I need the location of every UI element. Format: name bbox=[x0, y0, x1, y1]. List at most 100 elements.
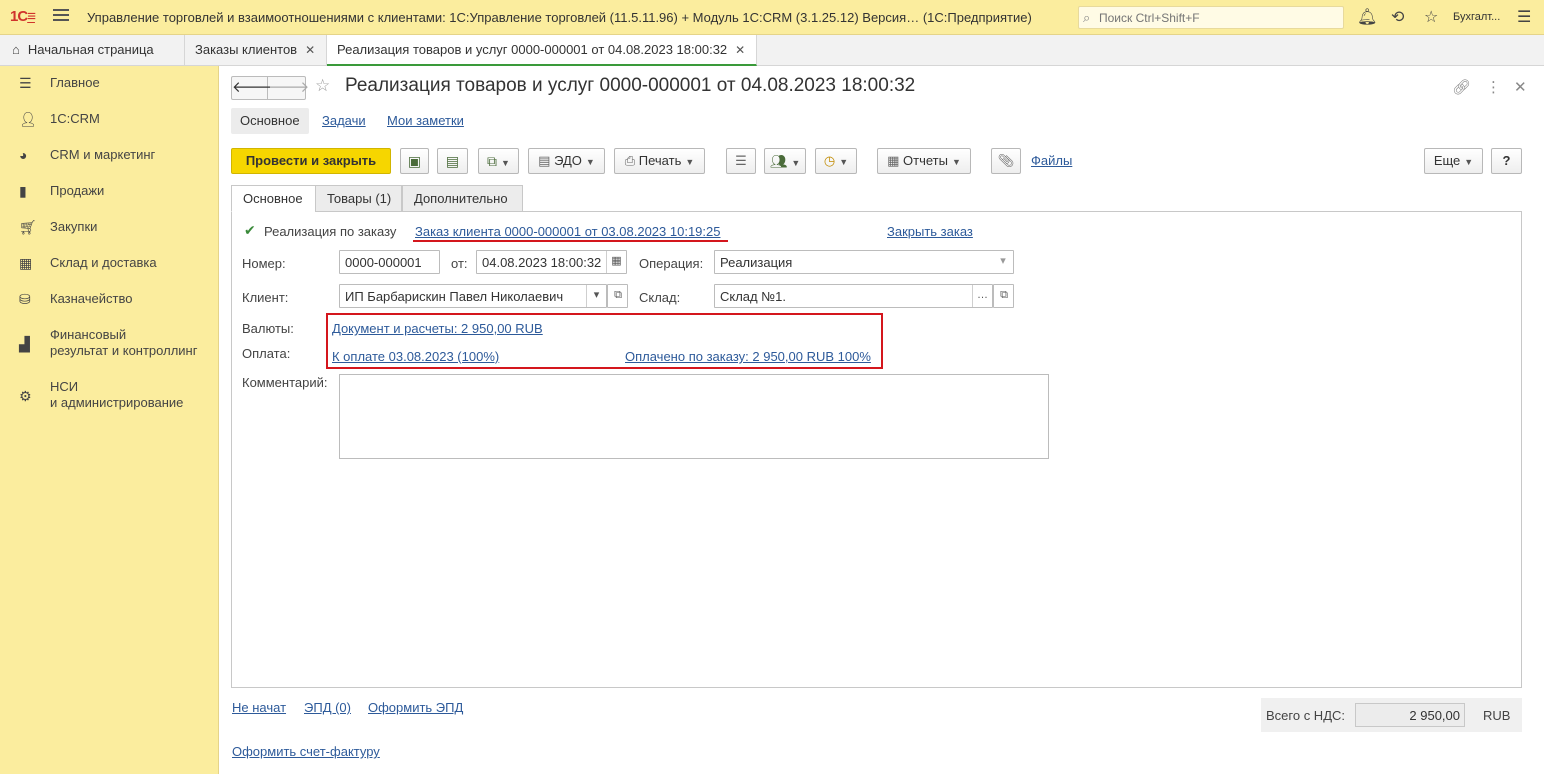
close-order-link[interactable]: Закрыть заказ bbox=[887, 224, 973, 239]
sidebar-item-purchases[interactable]: 🛒︎ Закупки bbox=[0, 219, 219, 237]
printer-icon: ⎙ bbox=[624, 153, 639, 168]
comment-label: Комментарий: bbox=[242, 375, 328, 390]
tasks-button[interactable]: ◷ ▼ bbox=[815, 148, 857, 174]
more-vertical-icon[interactable]: ⋮ bbox=[1486, 78, 1501, 96]
open-client-button[interactable]: ⧉ bbox=[607, 284, 628, 308]
chevron-down-icon[interactable]: ▾ bbox=[586, 285, 606, 307]
subtab-my-notes[interactable]: Мои заметки bbox=[378, 108, 473, 134]
chevron-down-icon: ▼ bbox=[791, 158, 801, 168]
search-icon: ⌕ bbox=[1083, 10, 1091, 25]
favorites-star-icon[interactable]: ☆ bbox=[1424, 7, 1438, 27]
sidebar-item-main[interactable]: ☰ Главное bbox=[0, 75, 219, 93]
more-button[interactable]: Еще ▼ bbox=[1424, 148, 1483, 174]
operation-select[interactable]: Реализация ▾ bbox=[714, 250, 1014, 274]
files-link[interactable]: Файлы bbox=[1031, 153, 1072, 168]
forward-arrow-icon[interactable]: 🡒 bbox=[269, 77, 309, 99]
settings-menu-icon[interactable]: ☰ bbox=[1517, 7, 1531, 27]
close-tab-icon[interactable]: ✕ bbox=[735, 43, 745, 57]
post-and-close-button[interactable]: Провести и закрыть bbox=[231, 148, 391, 174]
current-user[interactable]: Бухгалт... bbox=[1453, 11, 1500, 23]
operation-label: Операция: bbox=[639, 256, 704, 271]
chevron-down-icon: ▼ bbox=[951, 157, 961, 167]
main-menu-icon[interactable] bbox=[53, 9, 69, 23]
back-arrow-icon[interactable]: 🡐 bbox=[232, 77, 272, 99]
chevron-down-icon: ▼ bbox=[1464, 157, 1474, 167]
attach-button[interactable]: 📎︎ bbox=[991, 148, 1021, 174]
date-field[interactable]: 04.08.2023 18:00:32 ▦ bbox=[476, 250, 627, 274]
post-button[interactable]: ▤ bbox=[437, 148, 468, 174]
client-field[interactable]: ИП Барбарискин Павел Николаевич ▾ bbox=[339, 284, 607, 308]
chevron-down-icon[interactable]: ▾ bbox=[993, 251, 1013, 273]
highlight-underline bbox=[413, 240, 728, 242]
select-ellipsis-icon[interactable]: … bbox=[972, 285, 992, 307]
coins-icon: ⛁ bbox=[19, 291, 31, 307]
subtab-main[interactable]: Основное bbox=[231, 108, 309, 134]
calendar-icon[interactable]: ▦ bbox=[606, 251, 626, 273]
floppy-disk-icon: ▣ bbox=[407, 153, 422, 169]
open-warehouse-button[interactable]: ⧉ bbox=[993, 284, 1014, 308]
reports-button[interactable]: ▦ Отчеты ▼ bbox=[877, 148, 971, 174]
create-based-icon: ⧉ bbox=[487, 153, 498, 169]
search-input[interactable] bbox=[1099, 9, 1339, 26]
total-panel: Всего с НДС: 2 950,00 RUB bbox=[1261, 698, 1522, 732]
not-started-link[interactable]: Не начат bbox=[232, 700, 286, 715]
menu-lines-icon: ☰ bbox=[19, 75, 32, 91]
sidebar-item-treasury[interactable]: ⛁ Казначейство bbox=[0, 291, 219, 309]
number-field[interactable]: 0000-000001 bbox=[339, 250, 440, 274]
link-icon[interactable]: 🔗︎ bbox=[1452, 78, 1471, 96]
total-label: Всего с НДС: bbox=[1266, 708, 1346, 723]
edo-icon: ▤ bbox=[538, 153, 555, 168]
customer-order-link[interactable]: Заказ клиента 0000-000001 от 03.08.2023 … bbox=[415, 224, 720, 239]
sidebar-item-admin[interactable]: ⚙ НСИ и администрирование bbox=[0, 379, 219, 413]
chevron-down-icon: ▼ bbox=[585, 157, 595, 167]
save-button[interactable]: ▣ bbox=[400, 148, 429, 174]
paperclip-icon: 📎︎ bbox=[997, 153, 1015, 168]
subtab-tasks[interactable]: Задачи bbox=[313, 108, 375, 134]
total-currency: RUB bbox=[1483, 708, 1511, 723]
sidebar-item-finance[interactable]: ▟ Финансовый результат и контроллинг bbox=[0, 327, 219, 361]
close-window-icon[interactable]: ✕ bbox=[1514, 78, 1527, 96]
warehouse-field[interactable]: Склад №1. … bbox=[714, 284, 993, 308]
tab-goods[interactable]: Товары (1) bbox=[315, 185, 402, 212]
tab-customer-orders[interactable]: Заказы клиентов ✕ bbox=[185, 35, 327, 66]
edo-button[interactable]: ▤ ЭДО ▼ bbox=[528, 148, 605, 174]
tab-home[interactable]: ⌂ Начальная страница bbox=[0, 35, 185, 66]
favorite-star-icon[interactable]: ☆ bbox=[315, 76, 330, 96]
warehouse-label: Склад: bbox=[639, 290, 681, 305]
sidebar-item-sales[interactable]: ▮ Продажи bbox=[0, 183, 219, 201]
shopping-bag-icon: ▮ bbox=[19, 183, 27, 199]
make-epd-link[interactable]: Оформить ЭПД bbox=[368, 700, 463, 715]
close-tab-icon[interactable]: ✕ bbox=[305, 43, 315, 57]
bell-icon[interactable]: 🔔︎ bbox=[1357, 7, 1377, 27]
total-field: 2 950,00 bbox=[1355, 703, 1465, 727]
by-order-label: Реализация по заказу bbox=[264, 224, 397, 239]
sidebar-item-crm-marketing[interactable]: ◕ CRM и маркетинг bbox=[0, 147, 219, 165]
comment-textarea[interactable] bbox=[339, 374, 1049, 459]
currency-label: Валюты: bbox=[242, 321, 294, 336]
structure-button[interactable]: ☰ bbox=[726, 148, 756, 174]
print-button[interactable]: ⎙ Печать ▼ bbox=[614, 148, 705, 174]
home-icon: ⌂ bbox=[12, 42, 20, 57]
help-button[interactable]: ? bbox=[1491, 148, 1522, 174]
history-icon[interactable]: ⟲ bbox=[1391, 7, 1404, 27]
global-search[interactable]: ⌕ bbox=[1078, 6, 1344, 29]
users-icon: 👥︎ bbox=[769, 153, 788, 169]
chevron-down-icon: ▼ bbox=[685, 157, 695, 167]
document-title: Реализация товаров и услуг 0000-000001 о… bbox=[345, 75, 916, 96]
tab-sales-document[interactable]: Реализация товаров и услуг 0000-000001 о… bbox=[327, 35, 757, 66]
sidebar-item-crm[interactable]: 👤︎ 1С:CRM bbox=[0, 111, 219, 129]
sidebar-item-warehouse[interactable]: ▦ Склад и доставка bbox=[0, 255, 219, 273]
title-bar: 1С≡ Управление торговлей и взаимоотношен… bbox=[0, 0, 1544, 35]
users-access-button[interactable]: 👥︎ ▼ bbox=[764, 148, 806, 174]
tab-additional[interactable]: Дополнительно bbox=[402, 185, 523, 212]
create-based-on-button[interactable]: ⧉ ▼ bbox=[478, 148, 519, 174]
epd-link[interactable]: ЭПД (0) bbox=[304, 700, 351, 715]
open-window-icon: ⧉ bbox=[614, 289, 622, 301]
make-invoice-link[interactable]: Оформить счет-фактуру bbox=[232, 744, 380, 759]
app-logo[interactable]: 1С≡ bbox=[10, 8, 36, 25]
pie-chart-icon: ◕ bbox=[19, 147, 28, 163]
grid-icon: ▦ bbox=[19, 255, 33, 271]
by-order-checkbox[interactable]: ✔ bbox=[244, 223, 258, 238]
tab-main[interactable]: Основное bbox=[231, 185, 316, 212]
document-list-icon: ☰ bbox=[735, 153, 747, 168]
